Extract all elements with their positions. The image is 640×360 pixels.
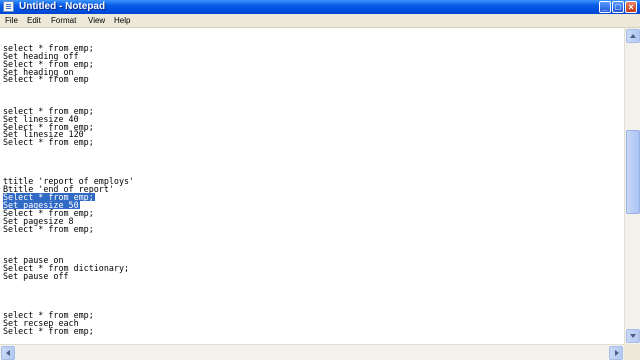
minimize-button[interactable]: _	[599, 1, 611, 13]
close-button[interactable]: ×	[625, 1, 637, 13]
scroll-left-button[interactable]	[1, 346, 15, 360]
close-icon: ×	[628, 2, 634, 12]
menu-format[interactable]: Format	[51, 14, 76, 27]
menu-file[interactable]: File	[5, 14, 18, 27]
text-editor[interactable]: select * from emp; Set heading off Select …	[0, 28, 624, 344]
maximize-button[interactable]: □	[612, 1, 624, 13]
editor-line: Select * from emp	[3, 74, 89, 85]
title-bar[interactable]: Untitled - Notepad _ □ ×	[0, 0, 640, 14]
vertical-scroll-thumb[interactable]	[626, 130, 640, 214]
window-title: Untitled - Notepad	[19, 1, 106, 12]
size-grip[interactable]	[624, 344, 640, 360]
maximize-icon: □	[615, 2, 621, 12]
editor-line: Set pause off	[3, 270, 69, 281]
editor-line: Select * from emp;	[3, 325, 94, 336]
menu-edit[interactable]: Edit	[27, 14, 41, 27]
menu-view[interactable]: View	[88, 14, 105, 27]
editor-line: Select * from emp;	[3, 223, 94, 234]
scroll-up-button[interactable]	[626, 29, 640, 43]
vertical-scrollbar[interactable]	[624, 28, 640, 344]
menu-help[interactable]: Help	[114, 14, 130, 27]
scroll-down-button[interactable]	[626, 329, 640, 343]
notepad-icon[interactable]	[3, 1, 14, 12]
notepad-window: Untitled - Notepad _ □ × File Edit Forma…	[0, 0, 640, 360]
scroll-right-button[interactable]	[609, 346, 623, 360]
horizontal-scrollbar[interactable]	[0, 344, 624, 360]
minimize-icon: _	[602, 2, 608, 12]
menu-bar: File Edit Format View Help	[0, 14, 640, 28]
editor-line: Select * from emp;	[3, 137, 94, 148]
